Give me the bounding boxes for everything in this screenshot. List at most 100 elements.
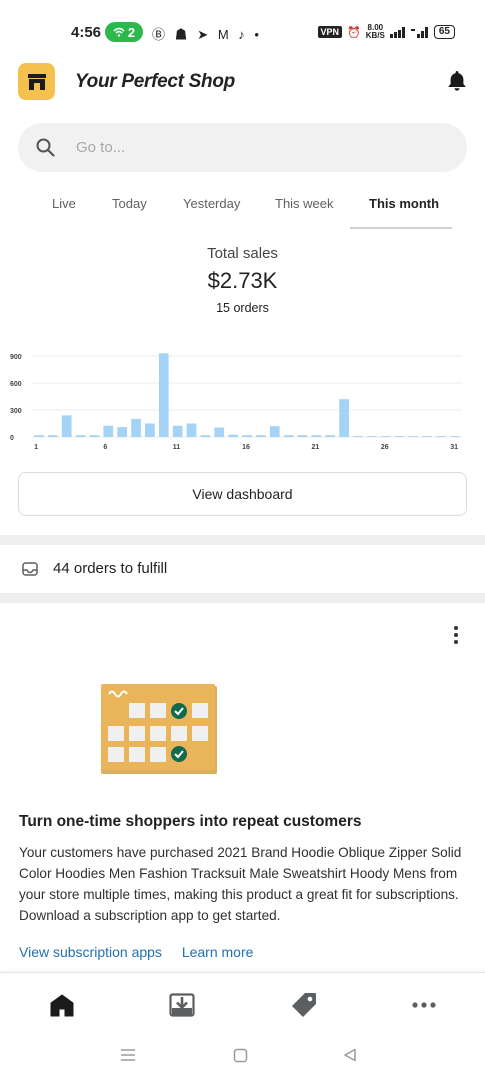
chart-bar xyxy=(394,436,405,437)
view-dashboard-button[interactable]: View dashboard xyxy=(18,472,467,516)
chart-bar xyxy=(47,435,58,437)
chart-bar xyxy=(353,436,363,437)
learn-more-link[interactable]: Learn more xyxy=(182,944,254,960)
chart-bar xyxy=(256,435,266,437)
signal-icon xyxy=(389,26,405,38)
orders-icon[interactable] xyxy=(168,991,196,1019)
y-tick-label: 300 xyxy=(10,408,22,415)
tab-yesterday[interactable]: Yesterday xyxy=(183,196,240,211)
card-title: Turn one-time shoppers into repeat custo… xyxy=(19,813,362,830)
card-body: Your customers have purchased 2021 Brand… xyxy=(19,845,462,923)
back-icon[interactable] xyxy=(343,1048,357,1062)
chart-bar xyxy=(269,426,280,437)
chart-bar xyxy=(145,423,155,437)
orders-to-fulfill-text: 44 orders to fulfill xyxy=(53,560,168,577)
chart-bar xyxy=(131,419,141,437)
section-divider xyxy=(0,593,485,603)
x-tick-label: 11 xyxy=(173,444,181,451)
signal-4g-icon xyxy=(410,26,428,38)
chart-bar xyxy=(34,435,44,437)
total-orders-count: 15 orders xyxy=(216,301,269,315)
store-icon xyxy=(27,73,46,90)
x-tick-label: 16 xyxy=(242,444,250,451)
section-divider xyxy=(0,535,485,545)
tag-icon[interactable] xyxy=(290,991,318,1019)
x-tick-label: 6 xyxy=(103,444,107,451)
search-input[interactable] xyxy=(76,123,456,172)
menu-icon[interactable] xyxy=(120,1048,136,1062)
search-icon xyxy=(36,138,55,157)
x-tick-label: 1 xyxy=(34,444,38,451)
date-range-tabs: Live Today Yesterday This week This mont… xyxy=(0,190,485,230)
calendar-illustration xyxy=(101,684,217,774)
network-speed: 8.00 KB/S xyxy=(365,23,385,40)
total-sales-value: $2.73K xyxy=(207,268,278,293)
chart-bar xyxy=(242,435,252,437)
dot-icon: • xyxy=(254,27,262,42)
system-navigation-bar xyxy=(0,1036,485,1080)
b-icon: Ⓑ xyxy=(152,27,169,42)
chart-bar xyxy=(422,436,433,437)
chart-bar xyxy=(117,427,128,437)
more-icon[interactable] xyxy=(410,991,438,1019)
chart-bar xyxy=(158,353,169,437)
x-tick-label: 21 xyxy=(312,444,320,451)
orders-to-fulfill-row[interactable]: 44 orders to fulfill xyxy=(0,545,485,593)
gmail-icon: M xyxy=(217,27,232,42)
shop-name[interactable]: Your Perfect Shop xyxy=(75,71,235,93)
hotspot-count: 2 xyxy=(127,24,136,40)
chart-bar xyxy=(450,436,460,437)
chart-bar xyxy=(200,435,211,437)
home-icon[interactable] xyxy=(48,991,76,1019)
tiktok-icon: ♪ xyxy=(238,27,248,42)
alarm-icon: ⏰ xyxy=(347,26,361,39)
bell-icon[interactable] xyxy=(445,69,469,93)
tab-today[interactable]: Today xyxy=(112,196,147,211)
chart-bar xyxy=(61,415,72,437)
more-options-icon[interactable] xyxy=(449,624,463,646)
chart-bar xyxy=(228,434,238,437)
chart-bar xyxy=(103,425,114,437)
chart-bar xyxy=(297,435,308,437)
chart-bar xyxy=(214,427,225,437)
chart-bar xyxy=(75,435,86,437)
total-sales-label: Total sales xyxy=(207,245,278,262)
chart-bar xyxy=(380,436,391,437)
status-time: 4:56 xyxy=(71,24,102,41)
chart-bar xyxy=(408,436,419,437)
chart-bar xyxy=(89,435,100,437)
y-tick-label: 600 xyxy=(10,381,22,388)
chart-bar xyxy=(339,399,349,437)
search-bar[interactable] xyxy=(18,123,467,172)
tab-this-month[interactable]: This month xyxy=(369,196,439,211)
chart-bar xyxy=(311,435,322,437)
home-button-icon[interactable] xyxy=(233,1048,248,1063)
chart-bar xyxy=(366,436,377,437)
x-tick-label: 26 xyxy=(381,444,389,451)
notification-icons: Ⓑ ☗ ➤ M ♪ • xyxy=(152,24,262,43)
x-tick-label: 31 xyxy=(450,444,458,451)
vpn-badge: VPN xyxy=(317,26,343,38)
battery-indicator: 65 xyxy=(433,25,455,39)
snapchat-icon: ☗ xyxy=(174,27,191,42)
tab-this-week[interactable]: This week xyxy=(275,196,334,211)
card-links: View subscription apps Learn more xyxy=(19,944,269,960)
chart-bar xyxy=(436,436,447,437)
telegram-icon: ➤ xyxy=(197,27,212,42)
y-tick-label: 0 xyxy=(10,435,14,442)
chart-bar xyxy=(186,423,197,437)
bottom-navigation xyxy=(0,972,485,1036)
sales-chart: 90060030001 6 11 16 21 26 31 xyxy=(10,353,462,451)
system-status-icons: VPN ⏰ 8.00 KB/S 65 xyxy=(317,23,455,40)
status-bar: 4:56 2 Ⓑ ☗ ➤ M ♪ • VPN ⏰ 8.00 KB/S 65 xyxy=(0,0,485,62)
shop-logo[interactable] xyxy=(18,63,55,100)
y-tick-label: 900 xyxy=(10,354,22,361)
chart-bar xyxy=(283,435,294,437)
view-subscription-apps-link[interactable]: View subscription apps xyxy=(19,944,162,960)
tab-live[interactable]: Live xyxy=(52,196,76,211)
hotspot-badge: 2 xyxy=(105,22,143,42)
wifi-icon xyxy=(113,27,125,37)
active-tab-indicator xyxy=(350,227,452,229)
chart-bar xyxy=(172,425,183,437)
chart-bar xyxy=(325,435,336,437)
